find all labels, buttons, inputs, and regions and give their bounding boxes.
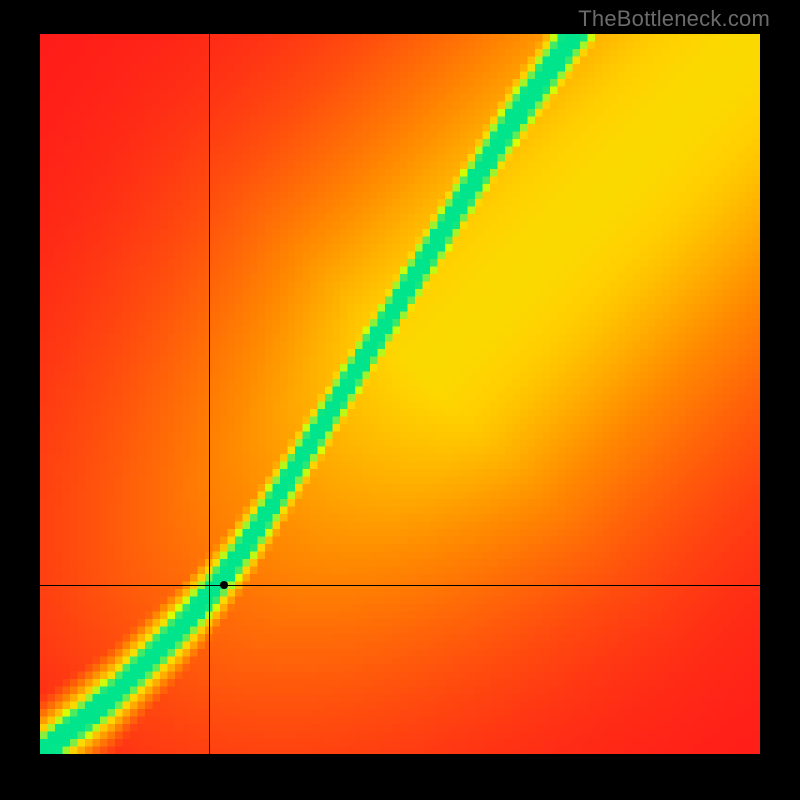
crosshair-vertical — [209, 34, 210, 754]
heatmap-canvas — [40, 34, 760, 754]
heatmap-plot — [40, 34, 760, 754]
selection-marker — [220, 581, 228, 589]
chart-frame: TheBottleneck.com — [0, 0, 800, 800]
crosshair-horizontal — [40, 585, 760, 586]
watermark-text: TheBottleneck.com — [578, 6, 770, 32]
